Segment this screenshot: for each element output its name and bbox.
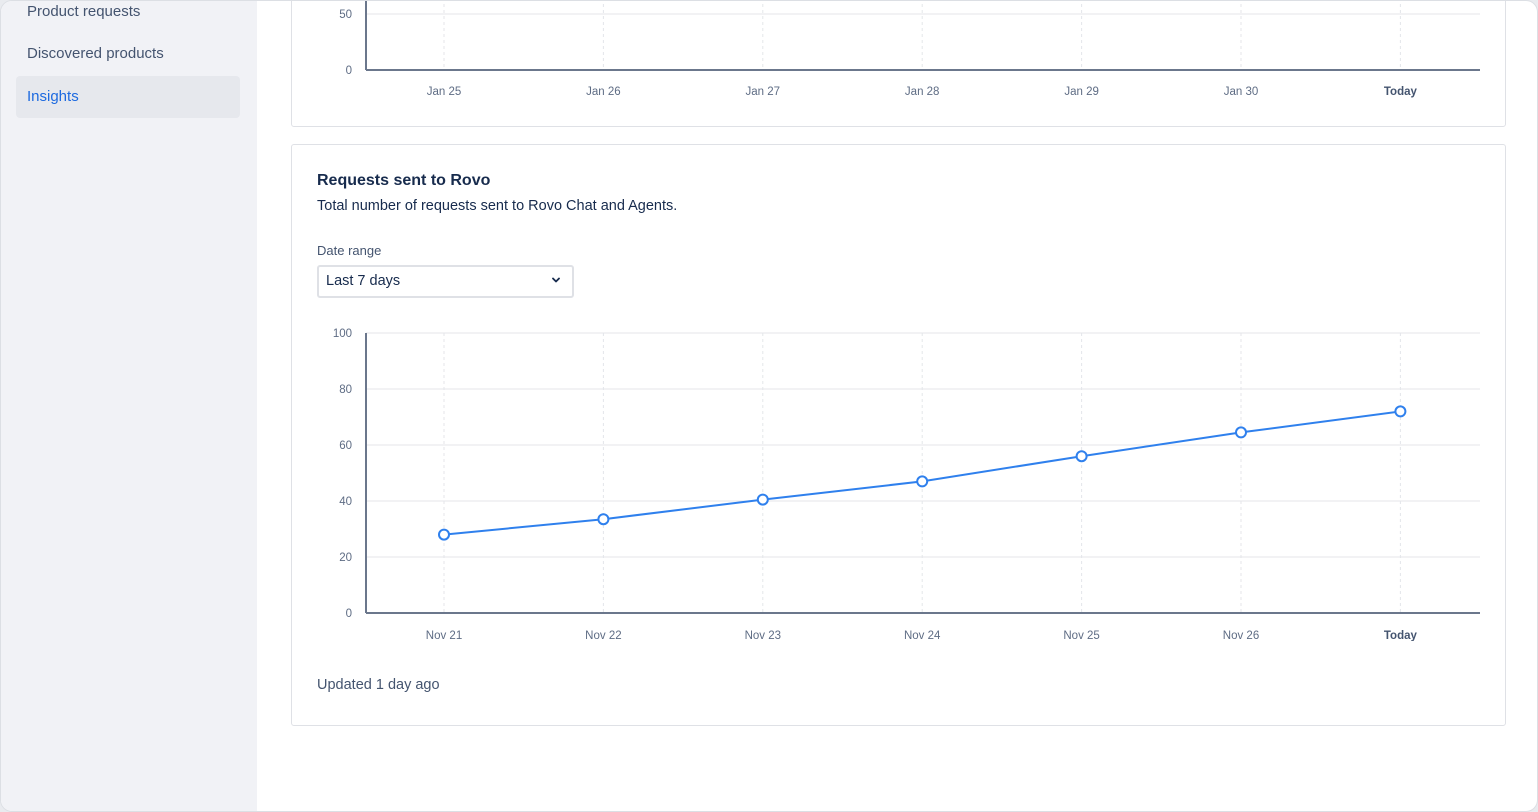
x-tick-label: Jan 28 [905,86,940,98]
x-tick-label: Nov 23 [745,630,781,641]
top-line-chart: 50 0 Jan 25 Jan 26 Jan 27 Jan 28 Jan 29 Jan 30 T… [339,1,1480,98]
top-chart-card: 50 0 Jan 25 Jan 26 Jan 27 Jan 28 Jan 29 Jan 30 T… [291,1,1506,127]
chevron-down-icon [552,277,560,283]
x-tick-label: Jan 27 [746,86,781,98]
data-point [1235,426,1247,439]
data-point [1394,405,1407,418]
data-point [597,513,610,526]
updated-text: Updated 1 day ago [317,677,440,693]
x-tick-label: Jan 25 [427,86,462,98]
sidebar-item-insights[interactable]: Insights [16,76,240,118]
x-tick-label: Nov 26 [1223,630,1259,641]
sidebar-item-product-requests[interactable]: Product requests [16,1,240,33]
y-tick-label: 60 [339,440,352,452]
x-tick-label: Nov 24 [904,630,941,641]
requests-line-chart: 0 20 40 60 80 100 Nov 21 Nov 22 Nov 23 Nov 24 Nov … [333,328,1480,641]
x-tick-label: Jan 29 [1064,86,1099,98]
date-range-select[interactable]: Last 7 days [317,265,574,298]
sidebar-item-discovered-products[interactable]: Discovered products [16,33,240,75]
x-tick-label: Jan 26 [586,86,621,98]
y-tick-label: 50 [339,9,352,21]
x-tick-label: Nov 22 [585,630,621,641]
x-tick-label: Nov 25 [1063,630,1099,641]
y-tick-label: 0 [346,608,352,620]
sidebar: Product requests Discovered products Ins… [1,1,257,811]
date-range-value: Last 7 days [326,273,401,289]
date-range-label: Date range [317,243,382,258]
card-description: Total number of requests sent to Rovo Ch… [317,198,678,214]
y-tick-label: 80 [339,384,352,396]
y-tick-label: 20 [339,552,352,564]
x-tick-label: Today [1384,630,1418,641]
card-title: Requests sent to Rovo [317,172,491,189]
data-point [1075,450,1088,463]
x-tick-label: Jan 30 [1224,86,1259,98]
y-tick-label: 100 [333,328,352,340]
data-point [438,528,450,541]
y-tick-label: 40 [339,496,352,508]
data-point [916,475,929,488]
y-tick-label: 0 [346,65,352,77]
x-tick-label: Today [1384,86,1418,98]
x-tick-label: Nov 21 [426,630,462,641]
requests-card: Requests sent to Rovo Total number of re… [291,144,1506,726]
data-point [756,493,769,506]
app-frame: Product requests Discovered products Ins… [0,0,1538,812]
